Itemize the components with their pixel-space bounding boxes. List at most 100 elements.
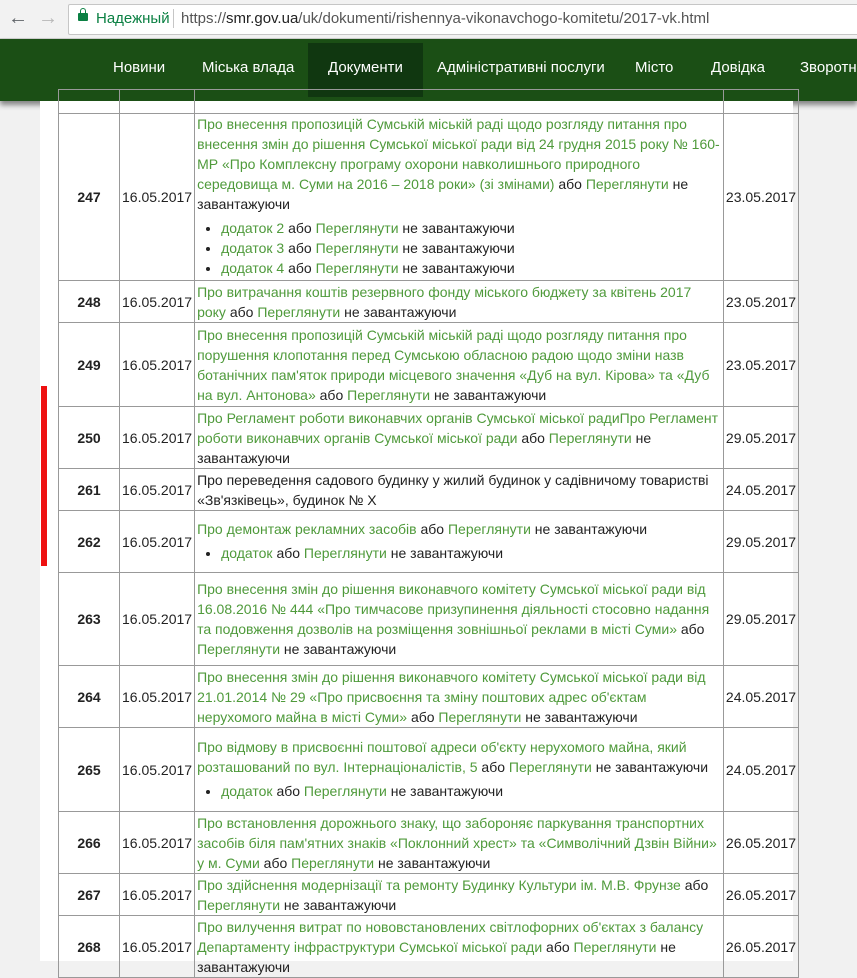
decision-number: 267 <box>58 873 120 916</box>
view-link[interactable]: Переглянути <box>586 176 669 192</box>
url-path: /uk/dokumenti/rishennya-vikonavchogo-kom… <box>298 10 710 27</box>
not-loading-text: не завантажуючи <box>390 782 504 799</box>
decision-number: 261 <box>58 468 120 511</box>
or-text: або <box>684 876 709 893</box>
view-link[interactable]: Переглянути <box>549 430 632 446</box>
decision-date: 16.05.2017 <box>118 873 196 916</box>
view-link[interactable]: Переглянути <box>257 304 340 320</box>
publication-date: 26.05.2017 <box>722 811 800 874</box>
or-text: або <box>420 520 445 537</box>
back-arrow-icon[interactable]: ← <box>8 6 28 30</box>
decision-date: 16.05.2017 <box>118 406 196 469</box>
decision-date: 16.05.2017 <box>118 915 196 978</box>
lock-icon <box>78 8 88 21</box>
forward-arrow-icon[interactable]: → <box>38 6 58 30</box>
view-link[interactable]: Переглянути <box>197 897 280 913</box>
address-bar[interactable]: Надежный https://smr.gov.ua/uk/dokumenti… <box>68 4 857 35</box>
attachment-link[interactable]: додаток 4 <box>221 260 284 276</box>
decision-date: 16.05.2017 <box>118 322 196 407</box>
view-link[interactable]: Переглянути <box>316 220 399 236</box>
publication-date: 29.05.2017 <box>722 572 800 666</box>
or-text: або <box>276 782 301 799</box>
view-link[interactable]: Переглянути <box>574 939 657 955</box>
decision-date: 16.05.2017 <box>118 113 196 281</box>
view-link[interactable]: Переглянути <box>438 709 521 725</box>
decision-number: 265 <box>58 727 120 812</box>
decision-number: 247 <box>58 113 120 281</box>
table-row: 264 16.05.2017 Про внесення змін до рішенн… <box>58 665 800 728</box>
url-prefix: https:// <box>181 10 227 27</box>
decision-cell: Про внесення пропозицій Сумській міській… <box>194 322 724 407</box>
decision-number: 266 <box>58 811 120 874</box>
table-row: 249 16.05.2017 Про внесення пропозицій Сум… <box>58 322 800 407</box>
or-text: або <box>229 303 254 320</box>
attachment-link[interactable]: додаток 2 <box>221 220 284 236</box>
decisions-table: 247 16.05.2017 Про внесення пропозицій Сум… <box>58 89 800 978</box>
view-link[interactable]: Переглянути <box>291 855 374 871</box>
or-text: або <box>521 429 545 446</box>
view-link[interactable]: Переглянути <box>304 783 387 799</box>
table-row: 263 16.05.2017 Про внесення змін до рішенн… <box>58 572 800 666</box>
view-link[interactable]: Переглянути <box>197 641 280 657</box>
or-text: або <box>263 854 288 871</box>
publication-date: 29.05.2017 <box>722 510 800 573</box>
table-row: 250 16.05.2017 Про Регламент роботи викона… <box>58 406 800 469</box>
content-page: 247 16.05.2017 Про внесення пропозицій Сум… <box>40 89 800 978</box>
browser-toolbar: ← → Надежный https://smr.gov.ua/uk/dokum… <box>0 0 857 39</box>
attachment-item: додаток 4 або Переглянути не завантажуюч… <box>221 258 721 278</box>
publication-date: 26.05.2017 <box>722 873 800 916</box>
decision-number: 249 <box>58 322 120 407</box>
decision-date: 16.05.2017 <box>118 468 196 511</box>
decision-date: 16.05.2017 <box>118 510 196 573</box>
decision-cell: Про здійснення модернізації та ремонту Б… <box>194 873 724 916</box>
publication-date: 24.05.2017 <box>722 468 800 511</box>
attachment-link[interactable]: додаток <box>221 545 272 561</box>
decision-number: 250 <box>58 406 120 469</box>
attachment-item: додаток або Переглянути не завантажуючи <box>221 781 721 801</box>
table-row: 261 16.05.2017 Про переведення садового бу… <box>58 468 800 511</box>
table-row-partial <box>58 89 800 114</box>
decision-number: 264 <box>58 665 120 728</box>
decision-cell: Про встановлення дорожнього знаку, що за… <box>194 811 724 874</box>
decision-cell: Про відмову в присвоєнні поштової адреси… <box>194 727 724 812</box>
publication-date: 29.05.2017 <box>722 406 800 469</box>
table-row: 265 16.05.2017 Про відмову в присвоєнні по… <box>58 727 800 812</box>
decision-number: 262 <box>58 510 120 573</box>
decision-date: 16.05.2017 <box>118 727 196 812</box>
or-text: або <box>481 758 506 775</box>
decision-link[interactable]: Про внесення змін до рішення виконавчого… <box>197 581 709 637</box>
not-loading-text: не завантажуючи <box>390 544 504 561</box>
decision-date: 16.05.2017 <box>118 811 196 874</box>
or-text: або <box>680 621 705 637</box>
view-link[interactable]: Переглянути <box>347 387 430 403</box>
nav-item-feedback[interactable]: Зворотні <box>800 39 857 101</box>
decision-link[interactable]: Про здійснення модернізації та ремонту Б… <box>197 877 681 893</box>
decision-link[interactable]: Про демонтаж рекламних засобів <box>197 521 417 537</box>
decision-cell: Про Регламент роботи виконавчих органів … <box>194 406 724 469</box>
not-loading-text: не завантажуючи <box>433 386 547 403</box>
url-text[interactable]: https://smr.gov.ua/uk/dokumenti/rishenny… <box>181 10 709 27</box>
not-loading-text: не завантажуючи <box>534 520 648 537</box>
table-row: 266 16.05.2017 Про встановлення дорожнього… <box>58 811 800 874</box>
publication-date: 23.05.2017 <box>722 322 800 407</box>
attachment-list: додаток або Переглянути не завантажуючи <box>197 543 721 563</box>
view-link[interactable]: Переглянути <box>316 260 399 276</box>
attachment-item: додаток 2 або Переглянути не завантажуюч… <box>221 218 721 238</box>
view-link[interactable]: Переглянути <box>448 521 531 537</box>
or-text: або <box>288 260 312 276</box>
table-row: 247 16.05.2017 Про внесення пропозицій Сум… <box>58 113 800 281</box>
view-link[interactable]: Переглянути <box>509 759 592 775</box>
decision-cell: Про внесення пропозицій Сумській міській… <box>194 113 724 281</box>
publication-date: 23.05.2017 <box>722 113 800 281</box>
url-host: smr.gov.ua <box>226 10 299 27</box>
or-text: або <box>410 708 435 725</box>
decision-date: 16.05.2017 <box>118 665 196 728</box>
attachment-link[interactable]: додаток <box>221 783 272 799</box>
view-link[interactable]: Переглянути <box>304 545 387 561</box>
not-loading-text: не завантажуючи <box>283 896 397 913</box>
decision-number: 263 <box>58 572 120 666</box>
view-link[interactable]: Переглянути <box>316 240 399 256</box>
attachment-link[interactable]: додаток 3 <box>221 240 284 256</box>
decision-cell: Про внесення змін до рішення виконавчого… <box>194 572 724 666</box>
not-loading-text: не завантажуючи <box>402 220 515 236</box>
